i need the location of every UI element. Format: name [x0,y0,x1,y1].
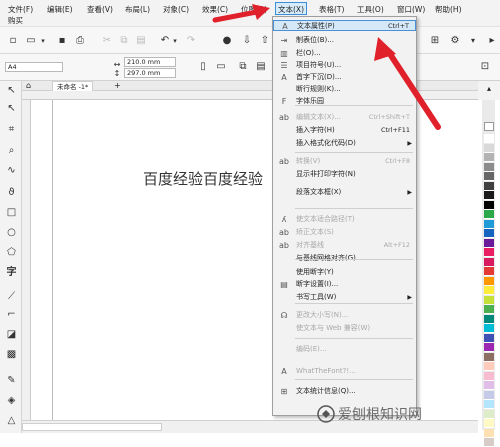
arrow-to-text-properties [374,37,441,130]
color-swatch[interactable] [484,438,494,447]
arrow-to-text-menu [212,4,270,23]
annotation-arrows [212,4,441,130]
